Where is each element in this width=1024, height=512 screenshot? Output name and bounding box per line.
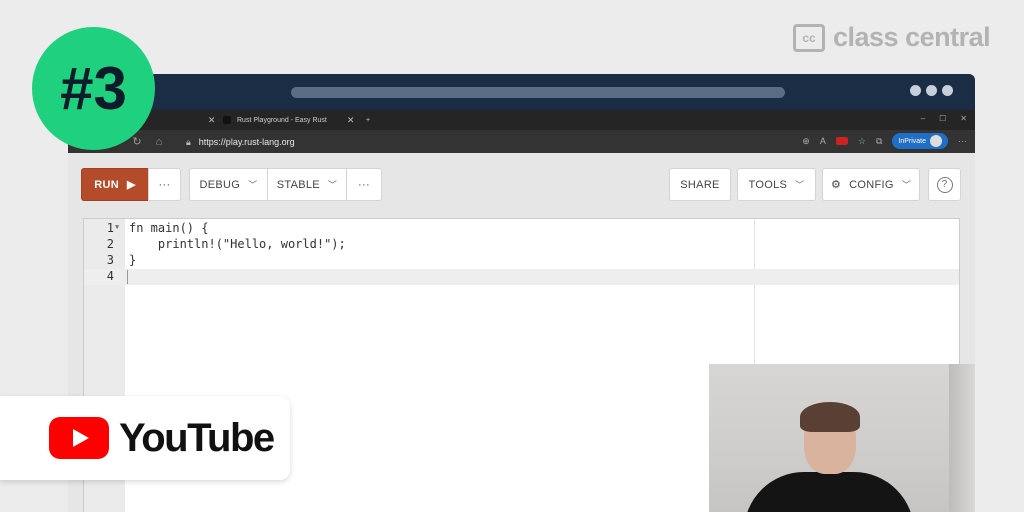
fold-arrow-icon[interactable]: ▼ [115, 223, 119, 231]
browser-tab-2[interactable]: Rust Playground - Easy Rust ✕ [223, 110, 354, 130]
minimize-icon[interactable]: – [921, 114, 925, 123]
chevron-down-icon: ﹀ [327, 180, 338, 190]
youtube-play-icon [49, 417, 109, 459]
play-icon: ▶ [126, 179, 136, 191]
plus-icon: + [366, 116, 371, 124]
stable-dropdown[interactable]: STABLE ﹀ [267, 168, 347, 201]
collections-icon[interactable]: ⧉ [876, 136, 882, 147]
gear-icon: ⚙ [830, 179, 842, 191]
chevron-down-icon: ﹀ [901, 180, 912, 190]
tab-title: Rust Playground - Easy Rust [237, 116, 327, 124]
text-cursor [127, 270, 128, 284]
episode-badge: #3 [32, 27, 155, 150]
inprivate-label: InPrivate [898, 137, 926, 145]
debug-dropdown[interactable]: DEBUG ﹀ [189, 168, 268, 201]
code-line-active: 4 [84, 269, 959, 285]
code-text: } [129, 253, 137, 267]
dot-icon [926, 85, 937, 96]
browser-tab-strip: d ✕ Rust Playground - Easy Rust ✕ + – ☐ … [68, 110, 975, 130]
close-icon[interactable]: ✕ [347, 115, 355, 126]
line-number: 3 [106, 253, 114, 267]
browser-actions: ⊕ A ☆ ⧉ InPrivate ··· [802, 133, 967, 149]
help-button[interactable]: ? [928, 168, 961, 201]
read-aloud-icon[interactable]: A [820, 136, 826, 146]
dot-icon [910, 85, 921, 96]
mockup-window-dots [910, 85, 953, 96]
window-close-icon[interactable]: ✕ [960, 114, 967, 123]
share-label: SHARE [680, 178, 720, 191]
zoom-icon[interactable]: ⊕ [802, 136, 810, 147]
extension-icon[interactable] [835, 137, 848, 145]
config-dropdown[interactable]: ⚙ CONFIG ﹀ [822, 168, 920, 201]
code-line: 1 ▼ fn main() { [84, 221, 959, 237]
inprivate-badge[interactable]: InPrivate [892, 133, 948, 149]
maximize-icon[interactable]: ☐ [939, 114, 946, 123]
youtube-wordmark: YouTube [119, 415, 275, 460]
code-text: println!("Hello, world!"); [129, 237, 346, 251]
line-number: 4 [106, 269, 114, 283]
close-icon[interactable]: ✕ [208, 115, 216, 126]
dot-icon [942, 85, 953, 96]
code-line: 2 println!("Hello, world!"); [84, 237, 959, 253]
code-text: fn main() { [129, 221, 209, 235]
webcam-person-body [744, 472, 914, 512]
debug-label: DEBUG [199, 178, 241, 191]
more-menu-icon[interactable]: ··· [958, 136, 967, 146]
home-icon[interactable]: ⌂ [148, 136, 170, 148]
episode-number: #3 [60, 55, 127, 122]
cc-logo-mark: cc [793, 23, 825, 52]
window-controls: – ☐ ✕ [921, 114, 967, 123]
code-line: 3 } [84, 253, 959, 269]
address-field[interactable]: 🔒︎ https://play.rust-lang.org [186, 134, 786, 150]
more-icon: ··· [358, 178, 370, 191]
avatar [930, 135, 942, 147]
address-toolbar: ← → ↻ ⌂ 🔒︎ https://play.rust-lang.org ⊕ … [68, 130, 975, 153]
run-label: RUN [94, 178, 119, 191]
mockup-url-pill [291, 87, 785, 98]
chevron-down-icon: ﹀ [795, 180, 805, 190]
tools-label: TOOLS [748, 178, 788, 191]
mockup-title-bar [68, 74, 975, 110]
webcam-wall-corner [949, 364, 975, 512]
channel-more-button[interactable]: ··· [346, 168, 382, 201]
new-tab-button[interactable]: + [366, 110, 370, 130]
line-number: 1 [106, 221, 114, 235]
youtube-logo-card: YouTube [0, 396, 290, 480]
tools-dropdown[interactable]: TOOLS ﹀ [737, 168, 816, 201]
favorites-icon[interactable]: ☆ [858, 136, 866, 147]
address-url: https://play.rust-lang.org [198, 137, 295, 147]
more-icon: ··· [158, 178, 171, 191]
rust-favicon-icon [223, 116, 231, 124]
chevron-down-icon: ﹀ [248, 180, 258, 190]
class-central-logo: cc class central [793, 22, 991, 53]
cc-logo-text: class central [833, 22, 991, 52]
help-icon: ? [936, 176, 953, 193]
share-button[interactable]: SHARE [669, 168, 731, 201]
line-number: 2 [106, 237, 114, 251]
playground-toolbar: RUN ▶ ··· DEBUG ﹀ STABLE ﹀ ··· SHARE TOO… [81, 168, 961, 201]
webcam-video [709, 364, 975, 512]
lock-icon: 🔒︎ [186, 136, 191, 147]
run-more-button[interactable]: ··· [148, 168, 181, 201]
run-button[interactable]: RUN ▶ [81, 168, 149, 201]
config-label: CONFIG [849, 178, 894, 191]
stable-label: STABLE [276, 178, 320, 191]
webcam-person-hair [800, 402, 860, 432]
